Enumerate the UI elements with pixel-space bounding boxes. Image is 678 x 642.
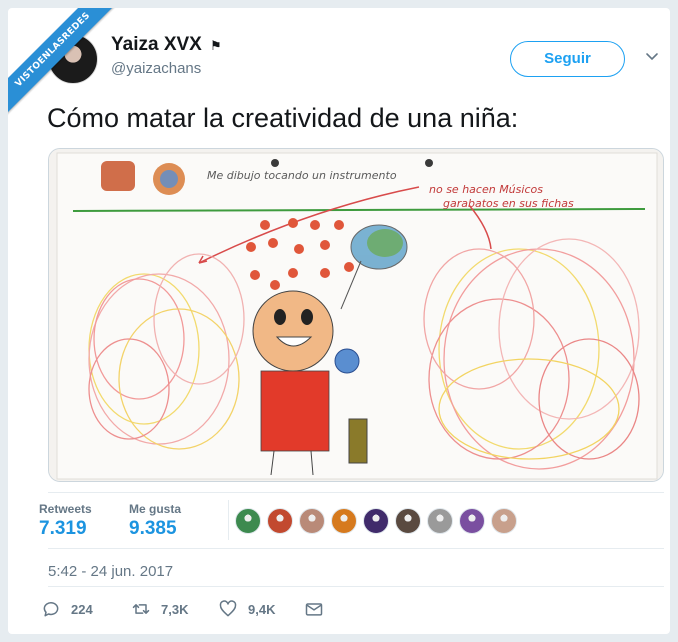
envelope-icon xyxy=(305,603,323,616)
retweet-count: 7,3K xyxy=(161,601,189,617)
teacher-note-line2: garabatos en sus fichas xyxy=(443,197,574,210)
flag-icon: ⚑ xyxy=(210,38,222,53)
direct-message-button[interactable] xyxy=(304,598,324,620)
follow-button[interactable]: Seguir xyxy=(510,41,625,77)
watermark-ribbon: VISTOENLASREDES xyxy=(8,8,118,118)
retweet-button[interactable]: 7,3K xyxy=(131,598,188,620)
watermark-text: VISTOENLASREDES xyxy=(8,8,118,118)
tweet-card: VISTOENLASREDES Yaiza XVX ⚑ @yaizachans … xyxy=(8,8,670,634)
liker-avatar[interactable] xyxy=(299,508,325,534)
divider xyxy=(48,548,664,549)
likes-label[interactable]: Me gusta xyxy=(129,502,181,516)
tweet-media-image[interactable]: Me dibujo tocando un instrumento no se h… xyxy=(48,148,664,482)
reply-icon xyxy=(43,602,59,617)
liker-avatar[interactable] xyxy=(331,508,357,534)
heart-icon xyxy=(219,600,237,617)
retweets-count[interactable]: 7.319 xyxy=(39,518,87,540)
user-handle[interactable]: @yaizachans xyxy=(111,60,201,77)
liker-avatar[interactable] xyxy=(427,508,453,534)
likes-count[interactable]: 9.385 xyxy=(129,518,177,540)
liker-avatar[interactable] xyxy=(459,508,485,534)
liker-avatar[interactable] xyxy=(491,508,517,534)
reply-button[interactable]: 224 xyxy=(41,598,93,620)
divider xyxy=(48,586,664,587)
display-name[interactable]: Yaiza XVX xyxy=(111,34,202,56)
divider xyxy=(228,500,229,540)
timestamp[interactable]: 5:42 - 24 jun. 2017 xyxy=(48,563,173,580)
reply-count: 224 xyxy=(71,601,93,617)
like-count: 9,4K xyxy=(248,601,276,617)
chevron-down-icon[interactable] xyxy=(644,48,660,64)
drawing-header-text: Me dibujo tocando un instrumento xyxy=(207,169,397,182)
teacher-note-line1: no se hacen Músicos xyxy=(429,183,543,196)
liker-avatar[interactable] xyxy=(235,508,261,534)
liker-avatar[interactable] xyxy=(363,508,389,534)
liker-avatar[interactable] xyxy=(395,508,421,534)
divider xyxy=(48,492,664,493)
retweets-label[interactable]: Retweets xyxy=(39,502,92,516)
retweet-icon xyxy=(132,604,150,614)
liker-avatar[interactable] xyxy=(267,508,293,534)
like-button[interactable]: 9,4K xyxy=(218,598,275,620)
